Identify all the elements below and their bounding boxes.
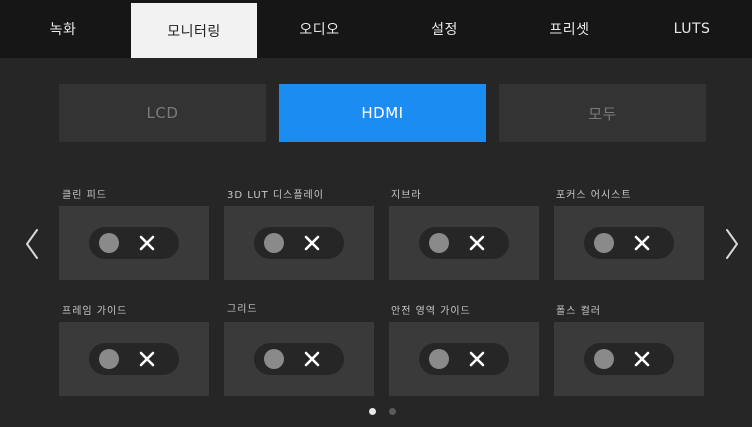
output-option-lcd[interactable]: LCD <box>59 84 266 142</box>
x-icon <box>469 235 485 251</box>
x-icon <box>304 351 320 367</box>
grid-toggle[interactable] <box>254 343 344 375</box>
output-option-hdmi[interactable]: HDMI <box>279 84 486 142</box>
tab-setup[interactable]: 설정 <box>382 0 507 58</box>
toggle-knob <box>264 349 284 369</box>
toggle-knob <box>429 349 449 369</box>
x-icon <box>139 235 155 251</box>
page-dot-active[interactable] <box>369 408 376 415</box>
focus-assist-label: 포커스 어시스트 <box>556 190 632 201</box>
x-icon <box>139 351 155 367</box>
toggle-knob <box>99 349 119 369</box>
chevron-left-icon[interactable] <box>24 226 40 262</box>
tab-monitoring[interactable]: 모니터링 <box>131 3 257 58</box>
x-icon <box>634 235 650 251</box>
x-icon <box>469 351 485 367</box>
output-option-both[interactable]: 모두 <box>499 84 706 142</box>
toggle-knob <box>429 233 449 253</box>
3d-lut-display-toggle[interactable] <box>254 227 344 259</box>
zebra-label: 지브라 <box>391 190 422 201</box>
3d-lut-display-cell <box>224 206 374 280</box>
chevron-right-icon[interactable] <box>724 226 740 262</box>
toggle-knob <box>594 233 614 253</box>
tab-record[interactable]: 녹화 <box>0 0 126 58</box>
page-dot-inactive[interactable] <box>389 408 396 415</box>
toggle-knob <box>99 233 119 253</box>
zebra-toggle[interactable] <box>419 227 509 259</box>
safe-area-guide-cell <box>389 322 539 396</box>
toggle-knob <box>594 349 614 369</box>
zebra-cell <box>389 206 539 280</box>
focus-assist-toggle[interactable] <box>584 227 674 259</box>
false-color-toggle[interactable] <box>584 343 674 375</box>
tab-bar: 녹화 모니터링 오디오 설정 프리셋 LUTS <box>0 0 752 58</box>
toggle-knob <box>264 233 284 253</box>
x-icon <box>634 351 650 367</box>
frame-guides-label: 프레임 가이드 <box>62 306 128 317</box>
grid-cell <box>224 322 374 396</box>
safe-area-guide-toggle[interactable] <box>419 343 509 375</box>
3d-lut-display-label: 3D LUT 디스플레이 <box>227 190 324 201</box>
focus-assist-cell <box>554 206 704 280</box>
clean-feed-toggle[interactable] <box>89 227 179 259</box>
clean-feed-cell <box>59 206 209 280</box>
x-icon <box>304 235 320 251</box>
frame-guides-toggle[interactable] <box>89 343 179 375</box>
monitoring-settings-screen: 녹화 모니터링 오디오 설정 프리셋 LUTS LCD HDMI 모두 클린 피… <box>0 0 752 427</box>
frame-guides-cell <box>59 322 209 396</box>
tab-luts[interactable]: LUTS <box>632 0 752 58</box>
false-color-cell <box>554 322 704 396</box>
false-color-label: 폴스 컬러 <box>556 306 601 317</box>
clean-feed-label: 클린 피드 <box>62 190 107 201</box>
tab-audio[interactable]: 오디오 <box>257 0 382 58</box>
tab-presets[interactable]: 프리셋 <box>507 0 632 58</box>
grid-label: 그리드 <box>227 304 258 315</box>
safe-area-guide-label: 안전 영역 가이드 <box>391 306 471 317</box>
